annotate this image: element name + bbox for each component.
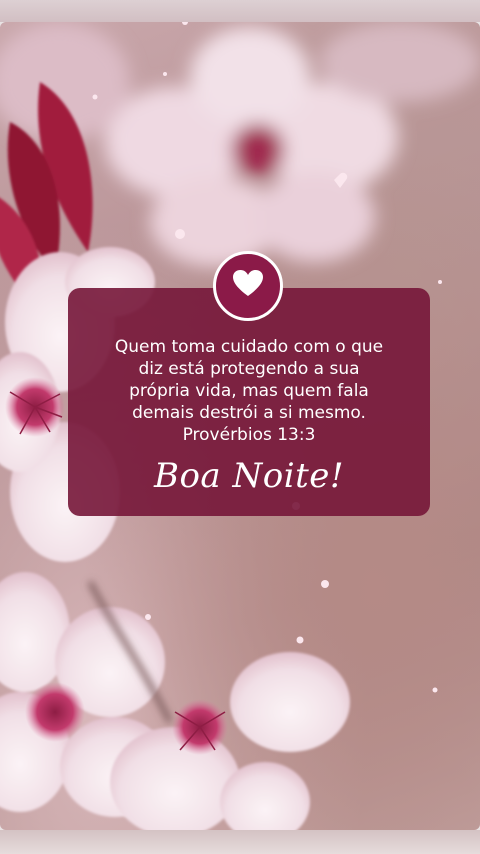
quote-text: Quem toma cuidado com o que diz está pro…	[114, 337, 384, 423]
message-card: Quem toma cuidado com o que diz está pro…	[68, 288, 430, 516]
heart-icon	[233, 270, 263, 302]
bottom-blur-strip	[0, 830, 480, 854]
greeting-text: Boa Noite!	[153, 456, 345, 496]
heart-badge	[213, 251, 283, 321]
story-screen: Quem toma cuidado com o que diz está pro…	[0, 0, 480, 854]
top-blur-strip	[0, 0, 480, 22]
bible-reference: Provérbios 13:3	[182, 425, 316, 445]
